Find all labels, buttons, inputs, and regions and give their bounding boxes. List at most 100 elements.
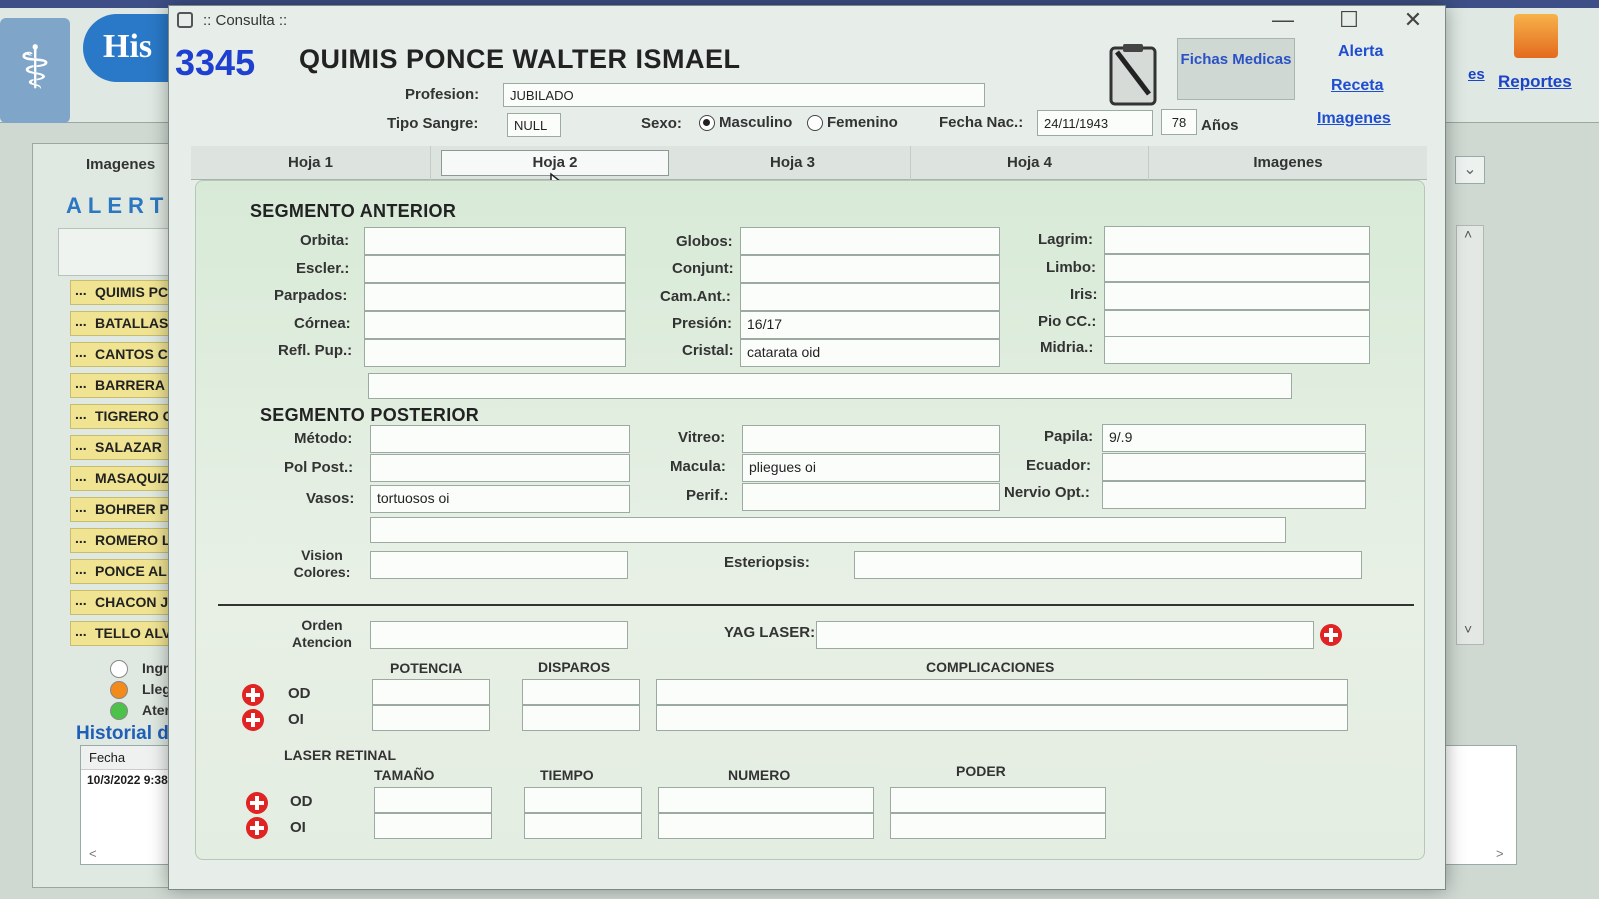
midria-field[interactable]: [1104, 336, 1370, 364]
lagrim-label: Lagrim:: [1038, 231, 1094, 248]
nervio-opt-field[interactable]: [1102, 481, 1366, 509]
refl-pup-field[interactable]: [364, 339, 626, 367]
profesion-label: Profesion:: [405, 86, 480, 103]
profesion-field[interactable]: JUBILADO: [503, 83, 985, 107]
minimize-button[interactable]: —: [1263, 8, 1303, 34]
clipboard-icon[interactable]: [1107, 42, 1159, 106]
orbita-field[interactable]: [364, 227, 626, 255]
lagrim-field[interactable]: [1104, 226, 1370, 254]
globos-field[interactable]: [740, 227, 1000, 255]
yag-laser-field[interactable]: [816, 621, 1314, 649]
macula-field[interactable]: pliegues oi: [742, 454, 1000, 482]
edad-field[interactable]: 78: [1161, 109, 1197, 135]
od-disparos-field[interactable]: [522, 679, 640, 705]
tab-hoja-1[interactable]: Hoja 1: [191, 146, 431, 180]
close-button[interactable]: ✕: [1393, 8, 1433, 34]
od-complicaciones-field[interactable]: [656, 679, 1348, 705]
presion-field[interactable]: 16/17: [740, 311, 1000, 339]
dropdown-arrow-icon[interactable]: ⌄: [1455, 156, 1485, 184]
retinal-oi-poder-field[interactable]: [890, 813, 1106, 839]
pol-post-field[interactable]: [370, 454, 630, 482]
add-yag-icon[interactable]: [1320, 624, 1342, 646]
retinal-od-numero-field[interactable]: [658, 787, 874, 813]
fecha-nac-field[interactable]: 24/11/1943: [1037, 110, 1153, 136]
esteriopsis-field[interactable]: [854, 551, 1362, 579]
retinal-od-poder-field[interactable]: [890, 787, 1106, 813]
title-bar[interactable]: :: Consulta :: — ☐ ✕: [169, 6, 1445, 36]
sexo-femenino-radio[interactable]: Femenino: [807, 114, 898, 132]
tab-hoja-3[interactable]: Hoja 3: [675, 146, 911, 180]
limbo-label: Limbo:: [1046, 259, 1096, 276]
limbo-field[interactable]: [1104, 254, 1370, 282]
radio-selected-icon[interactable]: [699, 115, 715, 132]
cam-ant-field[interactable]: [740, 283, 1000, 311]
od-potencia-field[interactable]: [372, 679, 490, 705]
sexo-masculino-radio[interactable]: Masculino: [699, 114, 792, 132]
tab-imagenes[interactable]: Imagenes: [1149, 146, 1427, 180]
ecuador-field[interactable]: [1102, 453, 1366, 481]
scroll-left-icon[interactable]: <: [89, 846, 97, 861]
retinal-oi-tamano-field[interactable]: [374, 813, 492, 839]
scroll-up-icon[interactable]: ˄: [1464, 226, 1472, 242]
retinal-od-tamano-field[interactable]: [374, 787, 492, 813]
tamano-header: TAMAÑO: [374, 767, 435, 783]
status-dot-icon: [110, 702, 128, 721]
conjunt-field[interactable]: [740, 255, 1000, 283]
parpados-field[interactable]: [364, 283, 626, 311]
vision-colores-field[interactable]: [370, 551, 628, 579]
retinal-od-label: OD: [290, 793, 313, 810]
globos-label: Globos:: [676, 233, 733, 250]
cristal-field[interactable]: catarata oid: [740, 339, 1000, 367]
radio-unselected-icon[interactable]: [807, 115, 823, 132]
add-od-icon[interactable]: [242, 684, 264, 706]
tab-imagenes-bg[interactable]: Imagenes: [86, 156, 155, 173]
segmento-anterior-title: SEGMENTO ANTERIOR: [250, 201, 457, 221]
add-oi-icon[interactable]: [242, 709, 264, 731]
add-retinal-od-icon[interactable]: [246, 792, 268, 814]
vision-colores-label: Vision Colores:: [293, 547, 351, 580]
cornea-field[interactable]: [364, 311, 626, 339]
scroll-down-icon[interactable]: ˅: [1464, 621, 1472, 637]
tipo-sangre-label: Tipo Sangre:: [387, 115, 479, 132]
fichas-medicas-button[interactable]: Fichas Medicas: [1177, 38, 1295, 100]
escler-field[interactable]: [364, 255, 626, 283]
tab-hoja-4[interactable]: Hoja 4: [911, 146, 1149, 180]
alerta-link[interactable]: Alerta: [1338, 43, 1383, 61]
retinal-od-tiempo-field[interactable]: [524, 787, 642, 813]
vasos-field[interactable]: tortuosos oi: [370, 485, 630, 513]
reportes-label: Reportes: [1498, 72, 1572, 91]
header-link-partial[interactable]: es: [1468, 66, 1485, 83]
consulta-dialog: :: Consulta :: — ☐ ✕ 3345 QUIMIS PONCE W…: [168, 5, 1446, 890]
anterior-notes-field[interactable]: [368, 373, 1292, 399]
disparos-header: DISPAROS: [538, 659, 611, 675]
oi-disparos-field[interactable]: [522, 705, 640, 731]
perif-field[interactable]: [742, 483, 1000, 511]
retinal-oi-tiempo-field[interactable]: [524, 813, 642, 839]
scrollbar[interactable]: ˄ ˅: [1456, 225, 1484, 645]
metodo-label: Método:: [294, 430, 353, 447]
vitreo-field[interactable]: [742, 425, 1000, 453]
receta-link[interactable]: Receta: [1331, 77, 1383, 95]
nervio-opt-label: Nervio Opt.:: [1004, 484, 1090, 501]
pio-cc-field[interactable]: [1104, 310, 1370, 338]
maximize-button[interactable]: ☐: [1329, 8, 1369, 34]
iris-field[interactable]: [1104, 282, 1370, 310]
complicaciones-header: COMPLICACIONES: [926, 659, 1055, 675]
orden-atencion-field[interactable]: [370, 621, 628, 649]
imagenes-link[interactable]: Imagenes: [1317, 110, 1391, 128]
fecha-nac-label: Fecha Nac.:: [939, 114, 1024, 131]
papila-field[interactable]: 9/.9: [1102, 424, 1366, 452]
tipo-sangre-field[interactable]: NULL: [507, 113, 561, 137]
oi-potencia-field[interactable]: [372, 705, 490, 731]
sexo-label: Sexo:: [641, 115, 682, 132]
oi-complicaciones-field[interactable]: [656, 705, 1348, 731]
vitreo-label: Vitreo:: [678, 429, 726, 446]
posterior-notes-field[interactable]: [370, 517, 1286, 543]
refl-pup-label: Refl. Pup.:: [278, 342, 353, 359]
reportes-button[interactable]: Reportes: [1488, 8, 1588, 91]
esteriopsis-label: Esteriopsis:: [724, 554, 810, 571]
add-retinal-oi-icon[interactable]: [246, 817, 268, 839]
scroll-right-icon[interactable]: >: [1496, 846, 1504, 861]
metodo-field[interactable]: [370, 425, 630, 453]
retinal-oi-numero-field[interactable]: [658, 813, 874, 839]
